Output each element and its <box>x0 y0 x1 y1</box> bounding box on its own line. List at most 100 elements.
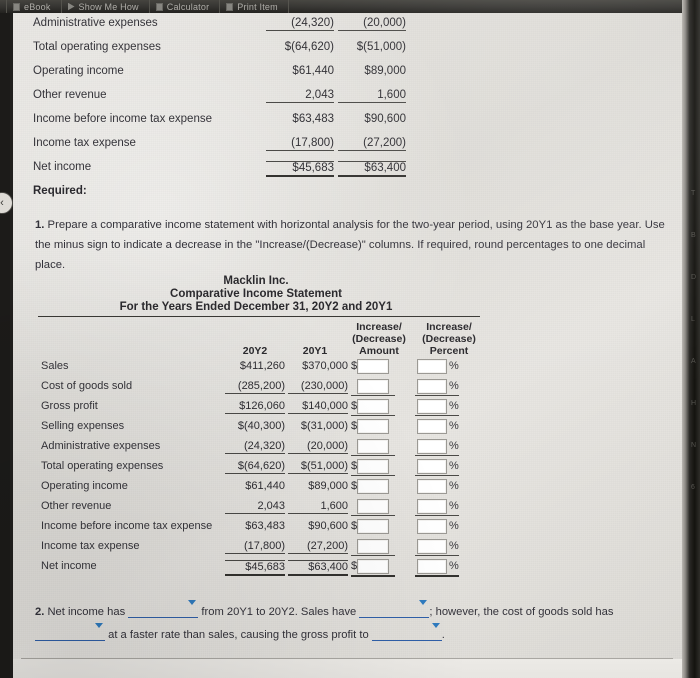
question-2-seg1: Net income has <box>44 606 129 618</box>
percent-input[interactable] <box>417 499 447 514</box>
table-row: Total operating expenses $(64,620) $(51,00… <box>13 457 682 477</box>
percent-sign: % <box>449 520 459 532</box>
amount-input[interactable] <box>357 479 389 494</box>
chevron-down-icon <box>431 623 440 628</box>
amount-input[interactable] <box>357 359 389 374</box>
column-header-percent-line2: (Decrease) <box>422 333 476 345</box>
subtotal-rule <box>415 575 459 577</box>
toolbar-item-ebook-label: eBook <box>24 1 51 12</box>
comparative-table-body: Sales $411,260 $370,000 $% Cost of goods sol… <box>13 357 682 577</box>
right-edge-bezel: T B D L A H N 6 <box>682 0 700 678</box>
chevron-down-icon <box>188 600 197 605</box>
amount-input[interactable] <box>357 519 389 534</box>
table-row-label: Total operating expenses <box>41 460 164 472</box>
table-row: Cost of goods sold (285,200) (230,000)% <box>13 377 682 397</box>
percent-input[interactable] <box>417 379 447 394</box>
column-header-amount: Increase/ (Decrease) Amount <box>343 321 415 357</box>
table-cell-y1: $90,600 <box>308 520 348 532</box>
question-1-number: 1. <box>35 219 45 231</box>
statement-row: Income tax expense (17,800) (27,200) <box>13 133 682 157</box>
table-row-label: Sales <box>41 360 69 372</box>
table-row: Net income $45,683 $63,400 $% <box>13 557 682 577</box>
amount-input[interactable] <box>357 499 389 514</box>
comparative-income-statement: Macklin Inc. Comparative Income Statemen… <box>13 275 682 577</box>
statement-row-value: $90,600 <box>364 113 406 125</box>
dropdown-net-income-direction-underline <box>128 605 199 618</box>
book-icon <box>13 2 20 11</box>
toolbar-item-ebook[interactable]: eBook <box>6 0 62 13</box>
percent-input[interactable] <box>417 419 447 434</box>
percent-sign: % <box>449 380 459 392</box>
statement-row-value: (24,320) <box>266 17 334 31</box>
table-row-label: Income before income tax expense <box>41 520 213 532</box>
percent-input[interactable] <box>417 439 447 454</box>
question-1-text: Prepare a comparative income statement w… <box>35 219 665 271</box>
toolbar-item-calculator[interactable]: Calculator <box>150 0 221 13</box>
table-cell-y2: $126,060 <box>225 400 285 414</box>
percent-sign: % <box>449 440 459 452</box>
table-row: Other revenue 2,043 1,600% <box>13 497 682 517</box>
statement-row-value: (27,200) <box>338 137 406 151</box>
table-cell-y2: $63,483 <box>245 520 285 532</box>
column-header-percent-line1: Increase/ <box>426 321 472 333</box>
subtotal-rule <box>415 515 459 516</box>
dropdown-sales-direction[interactable] <box>359 600 430 624</box>
dropdown-cogs-direction[interactable] <box>35 623 105 647</box>
subtotal-rule <box>351 575 395 577</box>
column-header-amount-line1: Increase/ <box>356 321 402 333</box>
percent-sign: % <box>449 560 459 572</box>
toolbar-item-show-me-how[interactable]: Show Me How <box>62 0 150 13</box>
statement-row-value: 2,043 <box>266 89 334 103</box>
subtotal-rule <box>351 555 395 556</box>
statement-row-label: Income before income tax expense <box>33 113 212 125</box>
top-toolbar: eBook Show Me How Calculator Print Item <box>0 0 700 13</box>
amount-input[interactable] <box>357 379 389 394</box>
statement-row-value: $63,483 <box>292 113 334 125</box>
statement-title: Comparative Income Statement <box>170 288 342 300</box>
subtotal-rule <box>415 555 459 556</box>
statement-row-label: Operating income <box>33 65 124 77</box>
subtotal-rule <box>351 415 395 416</box>
statement-row: Other revenue 2,043 1,600 <box>13 85 682 109</box>
amount-input[interactable] <box>357 419 389 434</box>
toolbar-item-print-label: Print Item <box>237 1 278 12</box>
statement-row-value: $45,683 <box>266 161 334 177</box>
toolbar-item-print[interactable]: Print Item <box>220 0 289 13</box>
statement-row-label: Administrative expenses <box>33 17 158 29</box>
subtotal-rule <box>415 475 459 476</box>
statement-row: Operating income $61,440 $89,000 <box>13 61 682 85</box>
table-row-label: Selling expenses <box>41 420 125 432</box>
column-header-20y2: 20Y2 <box>242 345 268 357</box>
table-cell-y2: (17,800) <box>225 540 285 554</box>
statement-row-label: Net income <box>33 161 92 173</box>
question-1: 1. Prepare a comparative income statemen… <box>35 215 675 275</box>
percent-input[interactable] <box>417 559 447 574</box>
percent-input[interactable] <box>417 479 447 494</box>
column-header-amount-line2: (Decrease) <box>352 333 406 345</box>
percent-input[interactable] <box>417 459 447 474</box>
dropdown-gross-profit-direction[interactable] <box>371 623 442 647</box>
statement-row: Administrative expenses (24,320) (20,000) <box>13 13 682 37</box>
subtotal-rule <box>351 455 395 456</box>
amount-input[interactable] <box>357 399 389 414</box>
statement-row-value: $61,440 <box>292 65 334 77</box>
bezel-ghost-char: A <box>691 358 696 365</box>
amount-input[interactable] <box>357 439 389 454</box>
percent-input[interactable] <box>417 539 447 554</box>
percent-input[interactable] <box>417 399 447 414</box>
amount-input[interactable] <box>357 559 389 574</box>
table-row-label: Other revenue <box>41 500 112 512</box>
subtotal-rule <box>351 515 395 516</box>
company-name: Macklin Inc. <box>223 275 289 287</box>
dropdown-net-income-direction[interactable] <box>128 600 199 624</box>
toolbar-item-calculator-label: Calculator <box>166 1 210 12</box>
bezel-ghost-char: N <box>691 442 697 449</box>
statement-row-value: 1,600 <box>338 89 406 103</box>
play-icon <box>67 2 75 11</box>
subtotal-rule <box>415 415 459 416</box>
percent-input[interactable] <box>417 519 447 534</box>
amount-input[interactable] <box>357 539 389 554</box>
amount-input[interactable] <box>357 459 389 474</box>
statement-period: For the Years Ended December 31, 20Y2 an… <box>119 301 393 313</box>
percent-input[interactable] <box>417 359 447 374</box>
